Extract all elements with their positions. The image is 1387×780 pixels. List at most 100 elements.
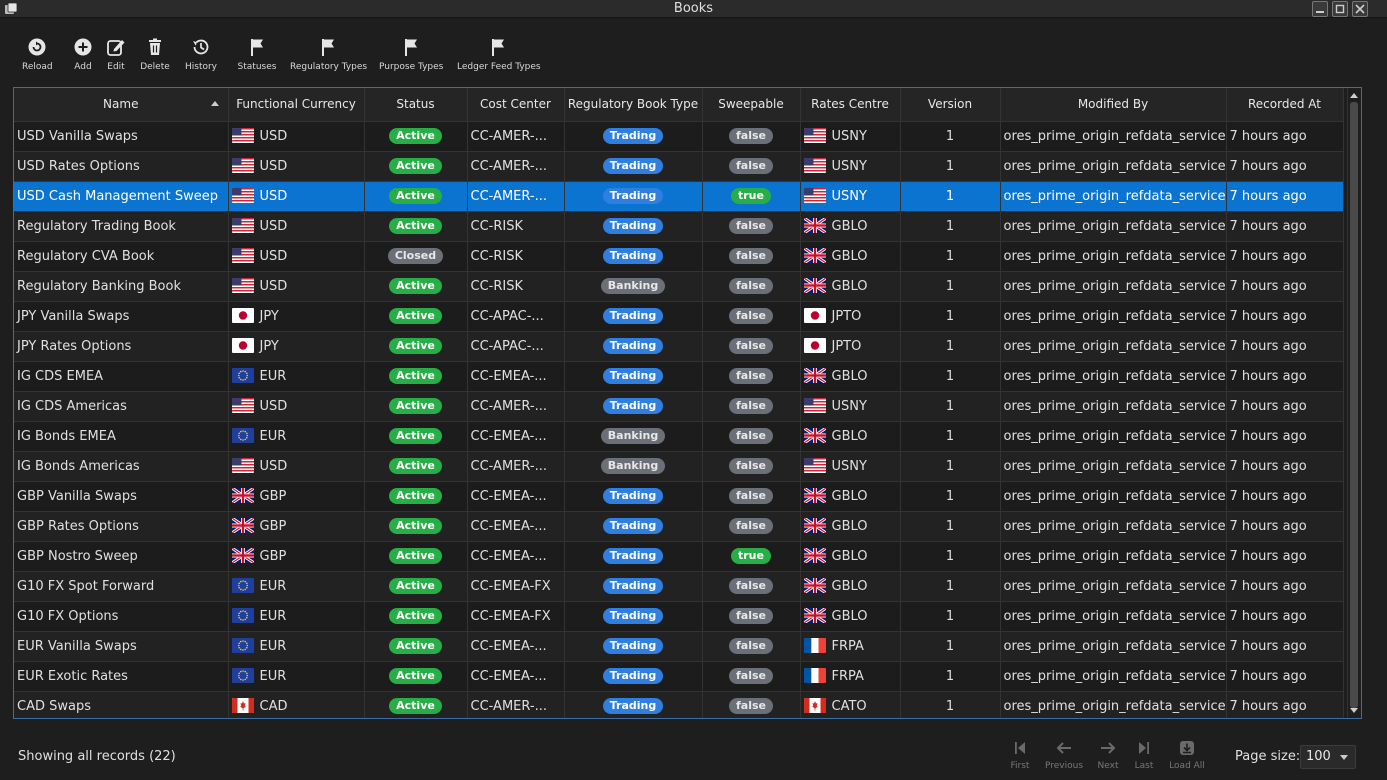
delete-button[interactable]: Delete [140, 37, 170, 77]
regulatory-type-badge: Trading [602, 518, 664, 534]
books-table[interactable]: Name Functional Currency Status Cost Cen… [13, 87, 1362, 719]
cell-name: Regulatory Trading Book [14, 211, 229, 242]
column-header-functional-currency[interactable]: Functional Currency [228, 88, 365, 122]
cell-recorded-at: 7 hours ago [1226, 361, 1344, 392]
table-row[interactable]: USD Cash Management Sweep USD Active CC-AME… [14, 181, 1344, 212]
last-page-button[interactable]: Last [1124, 740, 1164, 771]
ledger-feed-types-button[interactable]: Ledger Feed Types [457, 37, 541, 77]
flag-us-icon [803, 188, 826, 203]
table-row[interactable]: EUR Exotic Rates EUR Active CC-EMEA-... Trad… [14, 661, 1344, 692]
table-row[interactable]: EUR Vanilla Swaps EUR Active CC-EMEA-... Tra… [14, 631, 1344, 662]
column-header-recorded-at[interactable]: Recorded At [1226, 88, 1344, 122]
table-row[interactable]: Regulatory Trading Book USD Active CC-RISK T… [14, 211, 1344, 242]
table-row[interactable]: GBP Rates Options GBP Active CC-EMEA-... Tra… [14, 511, 1344, 542]
cell-name: Regulatory Banking Book [14, 271, 229, 302]
regulatory-type-badge: Trading [602, 608, 664, 624]
maximize-button[interactable] [1332, 1, 1348, 17]
table-row[interactable]: IG Bonds Americas USD Active CC-AMER-... Ban… [14, 451, 1344, 482]
cell-regulatory-book-type: Trading [564, 151, 703, 182]
first-page-button[interactable]: First [1000, 740, 1040, 771]
cell-recorded-at: 7 hours ago [1226, 691, 1344, 718]
history-button[interactable]: History [183, 37, 219, 77]
page-size-select[interactable]: 100 [1300, 745, 1356, 769]
flag-fr-icon [803, 638, 826, 653]
table-row[interactable]: CAD Swaps CAD Active CC-AMER-... Trading fals… [14, 691, 1344, 718]
table-row[interactable]: G10 FX Options EUR Active CC-EMEA-FX Trading… [14, 601, 1344, 632]
column-header-sweepable[interactable]: Sweepable [702, 88, 801, 122]
flag-us-icon [231, 398, 254, 413]
cell-recorded-at: 7 hours ago [1226, 391, 1344, 422]
table-row[interactable]: IG CDS EMEA EUR Active CC-EMEA-... Trading fa… [14, 361, 1344, 392]
cell-recorded-at: 7 hours ago [1226, 121, 1344, 152]
scroll-down-icon[interactable] [1350, 708, 1358, 713]
regulatory-types-label: Regulatory Types [290, 62, 368, 72]
cell-version: 1 [900, 631, 1001, 662]
table-row[interactable]: IG Bonds EMEA EUR Active CC-EMEA-... Banking… [14, 421, 1344, 452]
statuses-button[interactable]: Statuses [237, 37, 277, 77]
flag-gb-icon [803, 608, 826, 623]
table-row[interactable]: GBP Vanilla Swaps GBP Active CC-EMEA-... Tra… [14, 481, 1344, 512]
cell-recorded-at: 7 hours ago [1226, 181, 1344, 212]
cell-functional-currency: GBP [228, 511, 365, 542]
column-label: Functional Currency [236, 97, 356, 112]
cell-cost-center: CC-EMEA-... [467, 481, 565, 512]
cell-modified-by: ores_prime_origin_refdata_service [1000, 301, 1227, 332]
cell-name: Regulatory CVA Book [14, 241, 229, 272]
scrollbar-thumb[interactable] [1350, 102, 1358, 708]
cell-status: Active [364, 451, 468, 482]
previous-page-button[interactable]: Previous [1044, 740, 1084, 771]
table-row[interactable]: JPY Rates Options JPY Active CC-APAC-... Tra… [14, 331, 1344, 362]
cell-version: 1 [900, 361, 1001, 392]
load-all-button[interactable]: Load All [1167, 740, 1207, 771]
cell-version: 1 [900, 331, 1001, 362]
column-label: Sweepable [718, 97, 784, 112]
table-row[interactable]: IG CDS Americas USD Active CC-AMER-... Tradi… [14, 391, 1344, 422]
table-row[interactable]: USD Vanilla Swaps USD Active CC-AMER-... Tra… [14, 121, 1344, 152]
vertical-scrollbar[interactable] [1347, 88, 1360, 718]
cell-modified-by: ores_prime_origin_refdata_service [1000, 331, 1227, 362]
flag-icon [251, 39, 263, 56]
column-header-version[interactable]: Version [900, 88, 1001, 122]
flag-us-icon [803, 158, 826, 173]
cell-name: GBP Nostro Sweep [14, 541, 229, 572]
cell-name: G10 FX Spot Forward [14, 571, 229, 602]
cell-regulatory-book-type: Trading [564, 301, 703, 332]
column-header-rates-centre[interactable]: Rates Centre [800, 88, 901, 122]
flag-fr-icon [803, 668, 826, 683]
reload-button[interactable]: Reload [22, 37, 53, 77]
purpose-types-button[interactable]: Purpose Types [379, 37, 443, 77]
next-page-button[interactable]: Next [1088, 740, 1128, 771]
column-header-cost-center[interactable]: Cost Center [467, 88, 565, 122]
regulatory-type-badge: Trading [602, 578, 664, 594]
regulatory-type-badge: Trading [602, 638, 664, 654]
status-badge: Active [389, 188, 442, 204]
table-row[interactable]: GBP Nostro Sweep GBP Active CC-EMEA-... Trad… [14, 541, 1344, 572]
table-row[interactable]: Regulatory CVA Book USD Closed CC-RISK Tradi… [14, 241, 1344, 272]
previous-page-icon [1056, 742, 1071, 754]
edit-button[interactable]: Edit [102, 37, 130, 77]
close-button[interactable] [1352, 1, 1368, 17]
table-row[interactable]: Regulatory Banking Book USD Active CC-RISK B… [14, 271, 1344, 302]
column-header-status[interactable]: Status [364, 88, 468, 122]
cell-regulatory-book-type: Banking [564, 271, 703, 302]
column-header-modified-by[interactable]: Modified By [1000, 88, 1227, 122]
sweepable-badge: false [729, 158, 773, 174]
cell-cost-center: CC-AMER-... [467, 451, 565, 482]
cell-functional-currency: EUR [228, 601, 365, 632]
flag-gb-icon [803, 428, 826, 443]
scroll-up-icon[interactable] [1350, 93, 1358, 98]
cell-functional-currency: USD [228, 391, 365, 422]
regulatory-types-button[interactable]: Regulatory Types [290, 37, 368, 77]
cell-rates-centre: USNY [800, 451, 901, 482]
table-row[interactable]: JPY Vanilla Swaps JPY Active CC-APAC-... Tra… [14, 301, 1344, 332]
minimize-button[interactable] [1312, 1, 1328, 17]
add-button[interactable]: Add [68, 37, 98, 77]
first-page-icon [1015, 742, 1025, 754]
table-row[interactable]: G10 FX Spot Forward EUR Active CC-EMEA-FX Tr… [14, 571, 1344, 602]
cell-name: EUR Exotic Rates [14, 661, 229, 692]
column-header-regulatory-book-type[interactable]: Regulatory Book Type [564, 88, 703, 122]
table-row[interactable]: USD Rates Options USD Active CC-AMER-... Tra… [14, 151, 1344, 182]
cell-version: 1 [900, 211, 1001, 242]
cell-sweepable: false [702, 241, 801, 272]
column-header-name[interactable]: Name [14, 88, 229, 122]
